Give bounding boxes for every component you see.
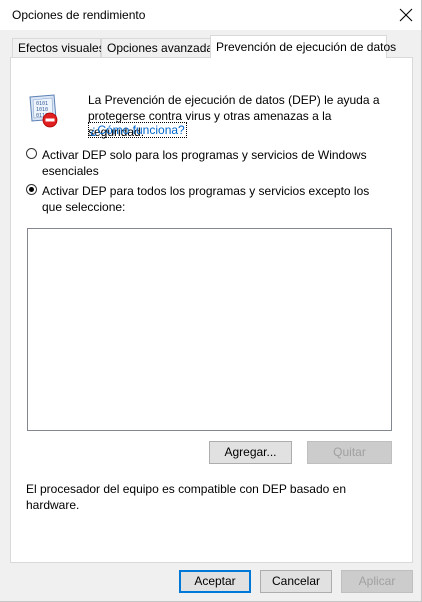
hardware-support-note: El procesador del equipo es compatible c… <box>26 482 346 512</box>
remove-button[interactable]: Quitar <box>307 441 392 464</box>
close-button[interactable] <box>391 0 421 30</box>
window-title: Opciones de rendimiento <box>12 8 146 22</box>
apply-button[interactable]: Aplicar <box>341 570 413 593</box>
close-icon <box>399 8 413 22</box>
ok-button[interactable]: Aceptar <box>179 570 251 593</box>
performance-options-dialog: Opciones de rendimiento Efectos visuales… <box>0 0 422 602</box>
tab-data-execution-prevention[interactable]: Prevención de ejecución de datos <box>210 35 396 58</box>
title-bar: Opciones de rendimiento <box>0 0 421 30</box>
dep-shield-icon: 0101 1010 0110 <box>29 94 58 128</box>
add-button[interactable]: Agregar... <box>209 441 292 464</box>
tab-advanced-options[interactable]: Opciones avanzadas <box>101 38 219 57</box>
radio-essential-only[interactable] <box>26 148 37 159</box>
how-it-works-link[interactable]: ¿Cómo funciona? <box>88 122 187 138</box>
option-all-except-label: Activar DEP para todos los programas y s… <box>42 184 370 214</box>
exceptions-listbox[interactable] <box>27 228 392 431</box>
cancel-button[interactable]: Cancelar <box>260 570 332 593</box>
tab-visual-effects[interactable]: Efectos visuales <box>12 38 105 57</box>
radio-all-except[interactable] <box>26 184 37 195</box>
option-essential-only-label: Activar DEP solo para los programas y se… <box>42 148 367 178</box>
